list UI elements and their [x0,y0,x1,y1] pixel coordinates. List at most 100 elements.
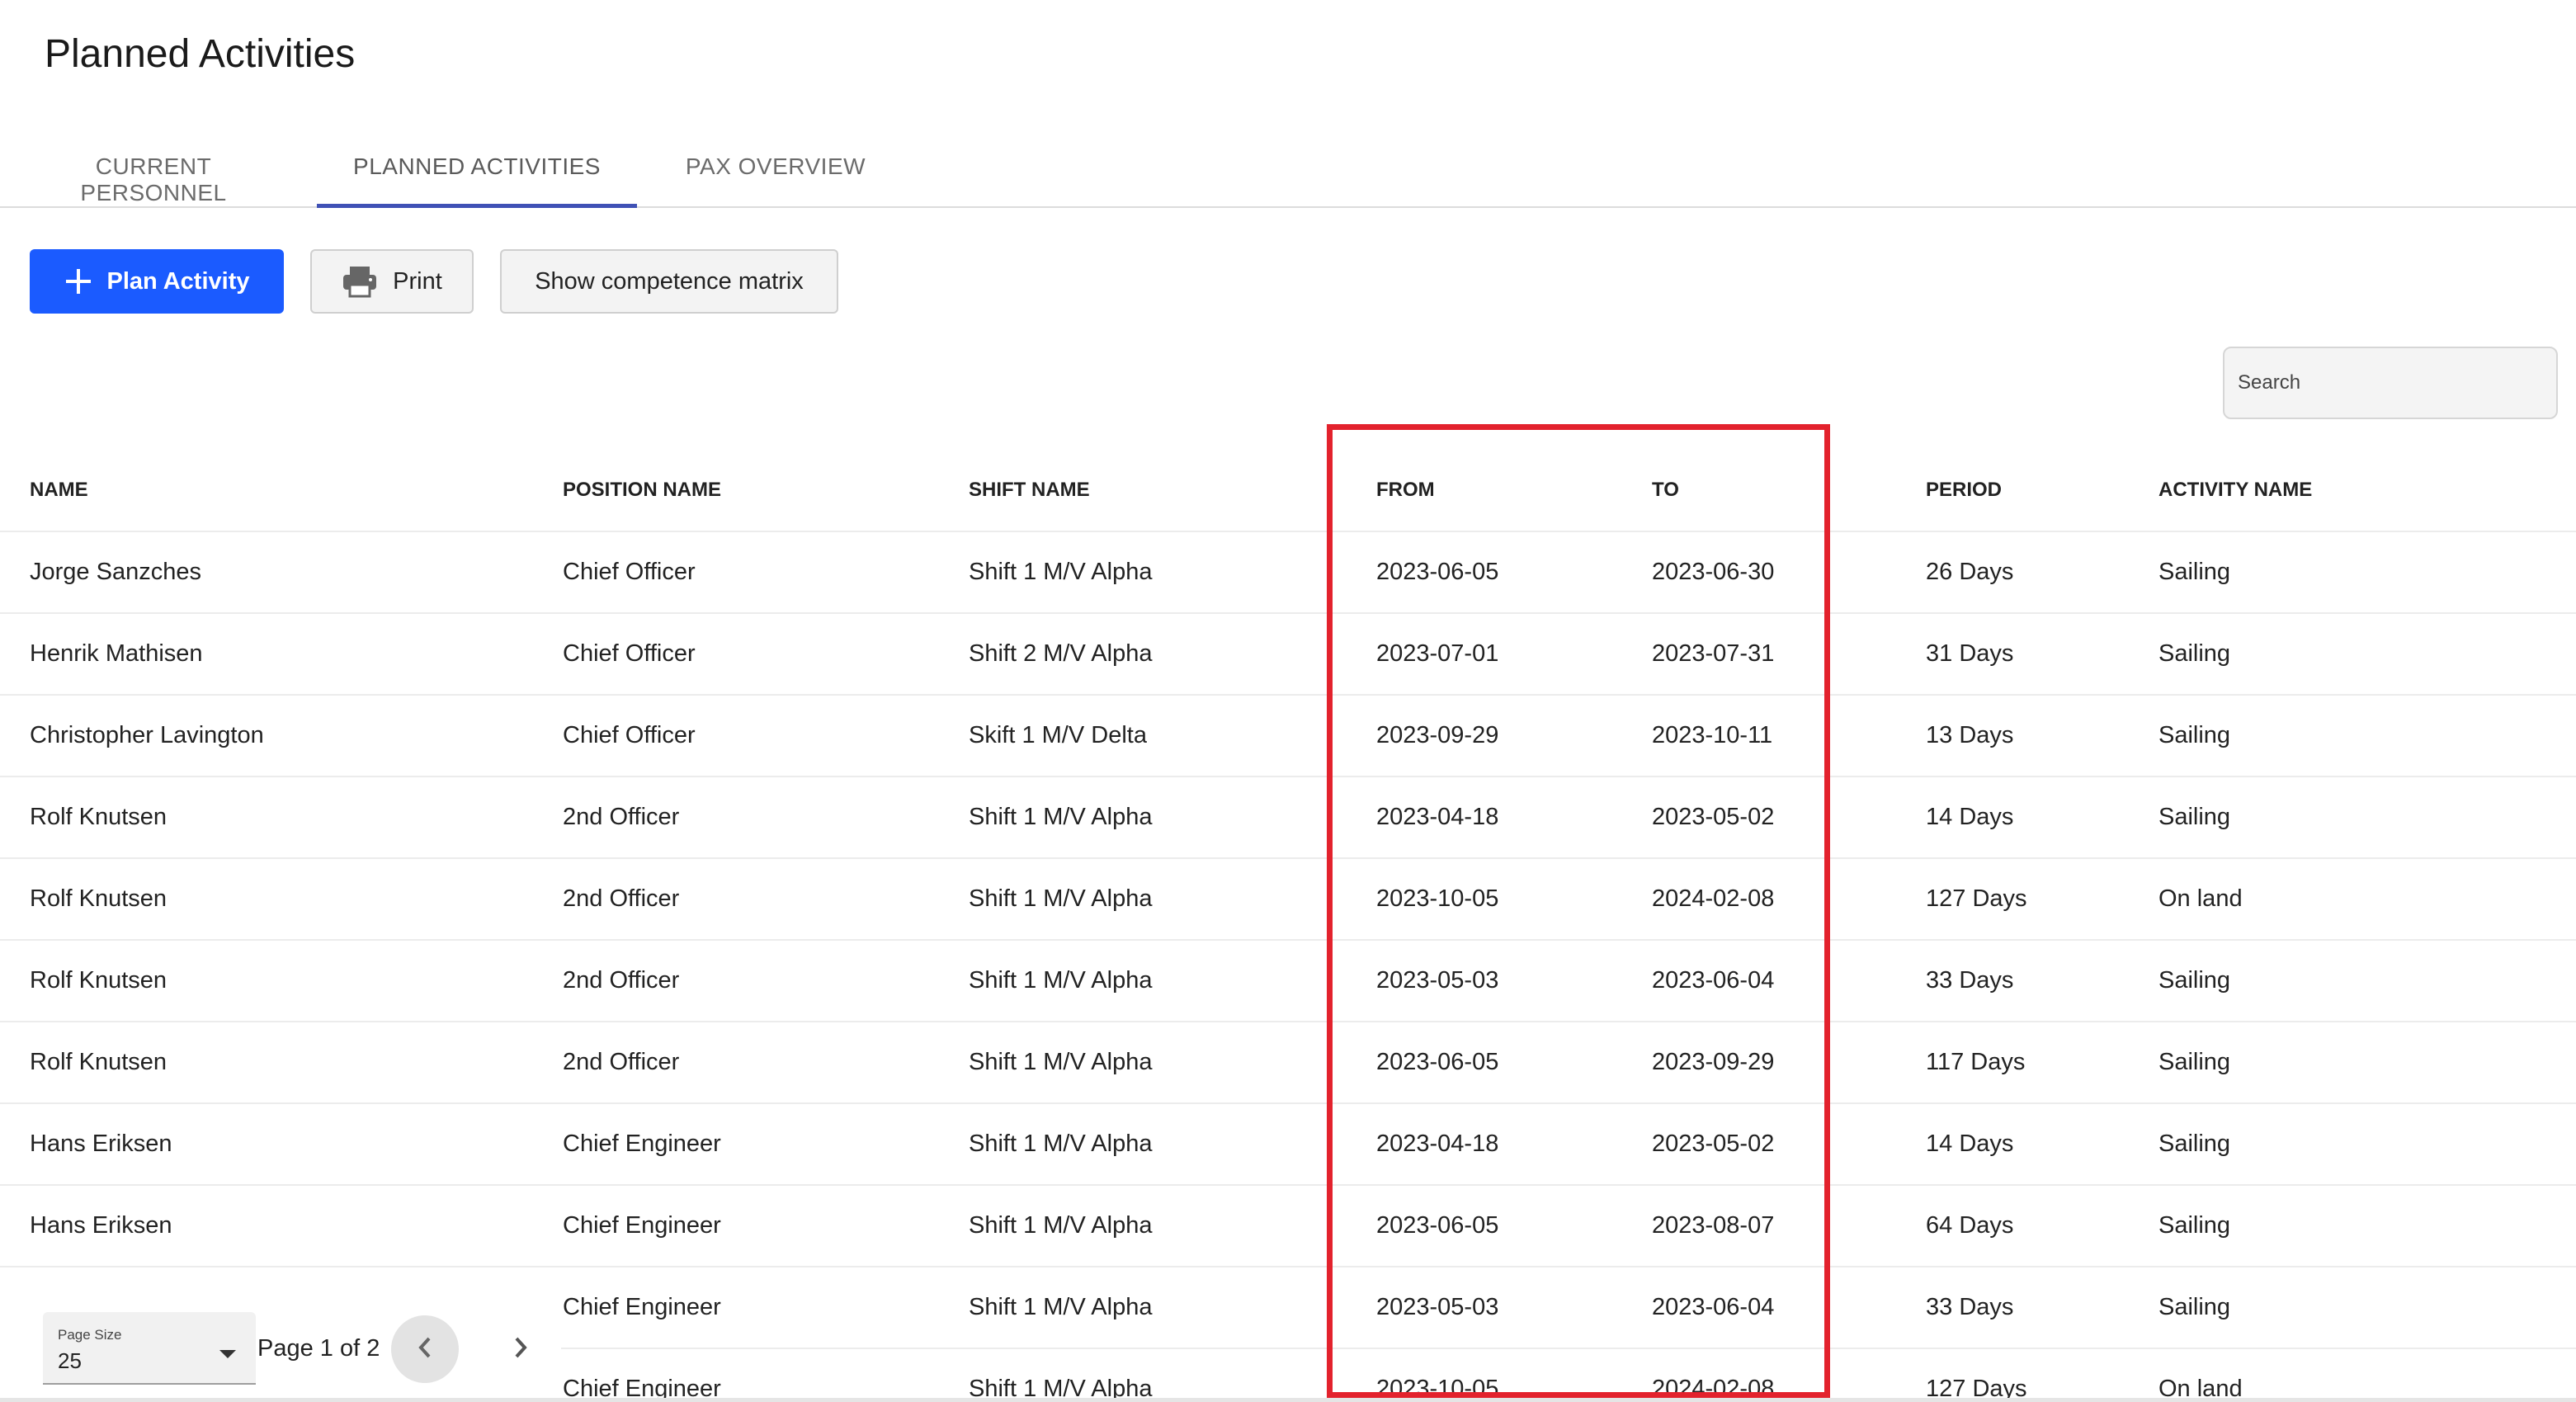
cell-shift-name: Shift 1 M/V Alpha [969,967,1153,994]
cell-position-name: Chief Engineer [563,1212,721,1239]
table-header: NAME POSITION NAME SHIFT NAME FROM TO PE… [0,446,2576,532]
cell-from: 2023-06-05 [1376,1212,1499,1239]
header-period[interactable]: PERIOD [1926,446,2002,531]
cell-period: 117 Days [1926,1049,2026,1075]
cell-to: 2024-02-08 [1652,1376,1775,1402]
cell-activity-name: Sailing [2158,640,2231,667]
cell-from: 2023-10-05 [1376,885,1499,912]
cell-shift-name: Shift 1 M/V Alpha [969,1212,1153,1239]
table-row[interactable]: Henrik Mathisen Chief Officer Shift 2 M/V … [0,614,2576,696]
cell-shift-name: Shift 1 M/V Alpha [969,1131,1153,1157]
cell-to: 2023-10-11 [1652,722,1773,748]
chevron-right-icon [512,1335,530,1364]
cell-to: 2023-06-04 [1652,1294,1775,1320]
cell-name: Hans Eriksen [30,1131,172,1157]
header-name[interactable]: NAME [30,446,88,531]
cell-position-name: Chief Officer [563,722,696,748]
print-button[interactable]: Print [310,249,474,314]
cell-to: 2023-07-31 [1652,640,1775,667]
cell-to: 2023-06-04 [1652,967,1775,994]
cell-shift-name: Shift 1 M/V Alpha [969,559,1153,585]
cell-position-name: Chief Engineer [563,1376,721,1402]
cell-from: 2023-10-05 [1376,1376,1499,1402]
cell-from: 2023-06-05 [1376,559,1499,585]
next-page-button[interactable] [487,1315,554,1383]
show-competence-matrix-button[interactable]: Show competence matrix [500,249,838,314]
page-size-label: Page Size [58,1327,122,1343]
tab-current-personnel[interactable]: CURRENT PERSONNEL [30,153,277,208]
plan-activity-button[interactable]: Plan Activity [30,249,284,314]
cell-position-name: Chief Officer [563,640,696,667]
cell-period: 64 Days [1926,1212,2014,1239]
tab-pax-overview[interactable]: PAX OVERVIEW [680,153,871,208]
cell-period: 33 Days [1926,967,2014,994]
table-row[interactable]: Rolf Knutsen 2nd Officer Shift 1 M/V Alpha… [0,941,2576,1022]
cell-shift-name: Shift 2 M/V Alpha [969,640,1153,667]
table-body: Jorge Sanzches Chief Officer Shift 1 M/V A… [0,532,2576,1402]
page-title: Planned Activities [45,32,356,76]
cell-shift-name: Shift 1 M/V Alpha [969,885,1153,912]
cell-activity-name: Sailing [2158,967,2231,994]
table-row[interactable]: Hans Eriksen Chief Engineer Shift 1 M/V Al… [0,1186,2576,1267]
chevron-left-icon [416,1335,434,1364]
header-shift-name[interactable]: SHIFT NAME [969,446,1090,531]
page-info: Page 1 of 2 [257,1335,380,1362]
tab-planned-activities[interactable]: PLANNED ACTIVITIES [317,153,637,208]
cell-shift-name: Shift 1 M/V Alpha [969,1049,1153,1075]
cell-activity-name: Sailing [2158,1294,2231,1320]
header-from[interactable]: FROM [1376,446,1435,531]
cell-to: 2023-06-30 [1652,559,1775,585]
header-position-name[interactable]: POSITION NAME [563,446,721,531]
cell-to: 2023-05-02 [1652,1131,1775,1157]
cell-period: 14 Days [1926,1131,2014,1157]
cell-activity-name: Sailing [2158,1049,2231,1075]
cell-period: 127 Days [1926,1376,2027,1402]
cell-position-name: 2nd Officer [563,885,680,912]
cell-from: 2023-07-01 [1376,640,1499,667]
cell-from: 2023-05-03 [1376,1294,1499,1320]
cell-shift-name: Shift 1 M/V Alpha [969,1294,1153,1320]
cell-activity-name: Sailing [2158,1212,2231,1239]
cell-activity-name: On land [2158,1376,2243,1402]
bottom-divider [0,1398,2576,1402]
print-label: Print [393,267,442,295]
tab-bar: CURRENT PERSONNEL PLANNED ACTIVITIES PAX… [0,142,2576,208]
cell-from: 2023-05-03 [1376,967,1499,994]
cell-name: Jorge Sanzches [30,559,201,585]
cell-position-name: 2nd Officer [563,967,680,994]
table-row[interactable]: Hans Eriksen Chief Engineer Shift 1 M/V Al… [0,1104,2576,1186]
table-row[interactable]: Jorge Sanzches Chief Officer Shift 1 M/V A… [0,532,2576,614]
cell-name: Christopher Lavington [30,722,264,748]
table-row[interactable]: Christopher Lavington Chief Officer Skift … [0,696,2576,777]
cell-activity-name: Sailing [2158,559,2231,585]
cell-name: Rolf Knutsen [30,804,167,830]
cell-activity-name: Sailing [2158,722,2231,748]
header-to[interactable]: TO [1652,446,1679,531]
search-input[interactable] [2225,348,2556,418]
cell-period: 26 Days [1926,559,2014,585]
cell-position-name: Chief Engineer [563,1131,721,1157]
cell-position-name: Chief Officer [563,559,696,585]
header-activity-name[interactable]: ACTIVITY NAME [2158,446,2312,531]
cell-position-name: 2nd Officer [563,1049,680,1075]
previous-page-button[interactable] [391,1315,459,1383]
cell-to: 2023-09-29 [1652,1049,1775,1075]
caret-down-icon [218,1348,238,1364]
page-size-value: 25 [58,1348,82,1373]
table-row[interactable]: Rolf Knutsen 2nd Officer Shift 1 M/V Alpha… [0,1022,2576,1104]
table-row[interactable]: Rolf Knutsen 2nd Officer Shift 1 M/V Alpha… [0,777,2576,859]
cell-name: Rolf Knutsen [30,1049,167,1075]
cell-activity-name: Sailing [2158,1131,2231,1157]
printer-icon [342,265,378,298]
plan-activity-label: Plan Activity [106,267,250,295]
cell-activity-name: Sailing [2158,804,2231,830]
page-size-select[interactable]: Page Size 25 [43,1312,256,1385]
cell-name: Rolf Knutsen [30,885,167,912]
cell-from: 2023-06-05 [1376,1049,1499,1075]
cell-period: 33 Days [1926,1294,2014,1320]
cell-to: 2023-08-07 [1652,1212,1775,1239]
cell-period: 13 Days [1926,722,2014,748]
table-row[interactable]: Rolf Knutsen 2nd Officer Shift 1 M/V Alpha… [0,859,2576,941]
cell-activity-name: On land [2158,885,2243,912]
cell-shift-name: Shift 1 M/V Alpha [969,804,1153,830]
